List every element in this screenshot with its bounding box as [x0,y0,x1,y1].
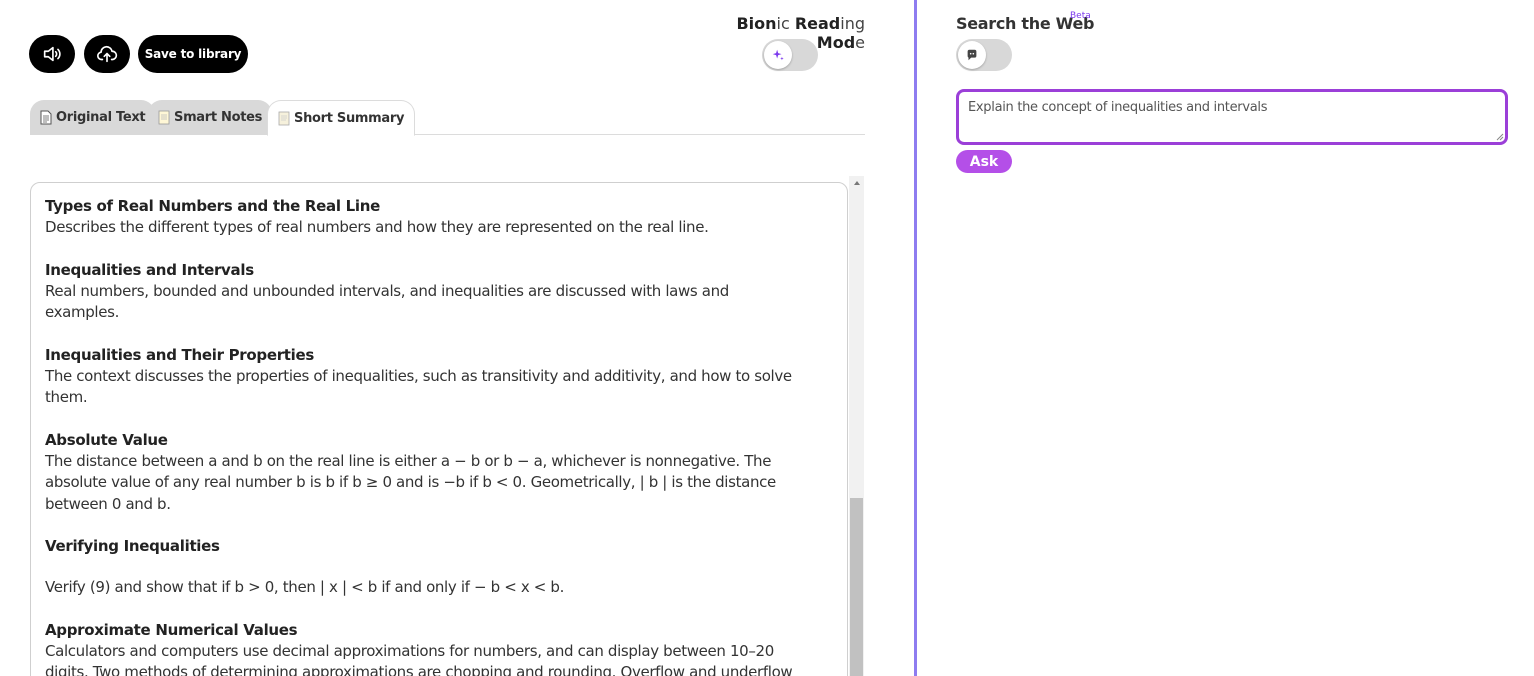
summary-content: Types of Real Numbers and the Real Line … [30,182,848,676]
save-to-library-button[interactable]: Save to library [138,35,248,73]
bionic-reading-toggle[interactable] [762,39,818,71]
summary-scrollbar[interactable] [849,176,864,676]
search-web-toggle[interactable] [956,39,1012,71]
section-title: Approximate Numerical Values [45,620,298,639]
section-title: Absolute Value [45,430,168,449]
chat-icon [967,49,977,61]
summary-icon [278,111,290,125]
section-title: Types of Real Numbers and the Real Line [45,197,380,215]
section-body: Calculators and computers use decimal ap… [45,641,793,676]
reader-panel: Save to library Bionic Reading Mode Orig… [0,0,915,676]
section-body: Verify (9) and show that if b > 0, then … [45,578,565,596]
section-body: The context discusses the properties of … [45,366,792,407]
sparkle-icon [772,49,784,61]
summary-section: Approximate Numerical Values Calculators… [45,619,833,676]
summary-section: Inequalities and Their Properties The co… [45,344,833,409]
scrollbar-thumb[interactable] [850,498,863,676]
summary-section: Verifying Inequalities Verify (9) and sh… [45,535,833,599]
cloud-upload-icon [97,45,118,63]
tab-short-summary[interactable]: Short Summary [267,100,416,136]
toggle-knob [958,41,986,69]
section-title: Verifying Inequalities [45,537,220,555]
cloud-upload-button[interactable] [84,35,130,73]
resize-handle-icon[interactable] [1494,131,1504,141]
panel-divider [914,0,917,676]
tab-smart-notes[interactable]: Smart Notes [148,100,273,135]
read-aloud-button[interactable] [29,35,75,73]
toggle-knob [764,41,792,69]
section-title: Inequalities and Intervals [45,260,254,279]
section-body: Real numbers, bounded and unbounded inte… [45,281,729,322]
notes-icon [158,110,170,125]
scroll-up-arrow[interactable] [849,176,864,190]
ask-button[interactable]: Ask [956,150,1012,173]
speaker-icon [43,46,61,62]
app-page: Save to library Bionic Reading Mode Orig… [0,0,1534,676]
section-body: Describes the different types of real nu… [45,218,709,236]
search-query-input[interactable]: Explain the concept of inequalities and … [956,89,1508,145]
beta-badge: Beta [1070,11,1091,21]
summary-section: Types of Real Numbers and the Real Line … [45,195,833,239]
summary-section: Absolute Value The distance between a an… [45,429,833,516]
tab-original-text[interactable]: Original Text [30,100,156,135]
document-icon [40,110,52,125]
summary-section: Inequalities and Intervals Real numbers,… [45,259,833,324]
section-body: The distance between a and b on the real… [45,451,776,513]
section-title: Inequalities and Their Properties [45,345,315,364]
caret-up-icon [853,181,860,185]
